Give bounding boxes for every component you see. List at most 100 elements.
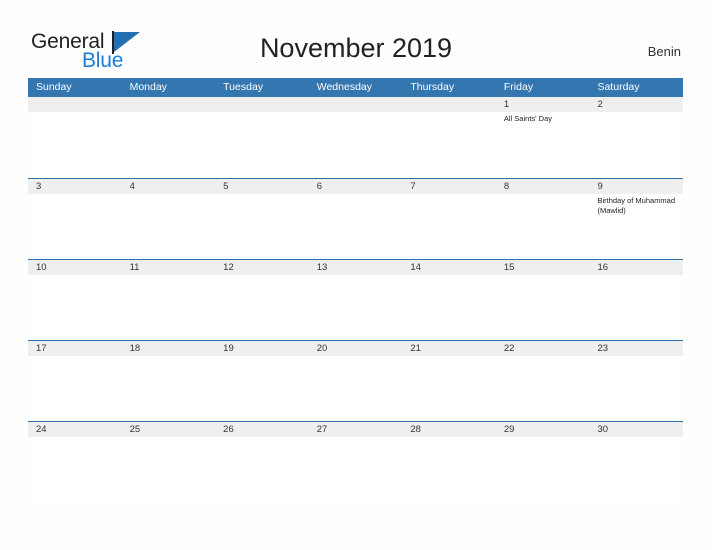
day-number-band: 11 — [121, 260, 216, 275]
calendar-day-cell[interactable]: 26 — [215, 422, 309, 502]
weekday-header-tuesday: Tuesday — [223, 81, 264, 93]
calendar-empty-cell — [28, 97, 122, 178]
day-number: 10 — [36, 262, 47, 273]
calendar-day-cell[interactable]: 12 — [215, 260, 309, 340]
calendar-week-row: 3 4 5 6 7 8 9 Birthday of Muhammad (Mawlid) — [28, 178, 684, 259]
calendar-week-row: 1 All Saints' Day 2 — [28, 97, 684, 178]
weekday-header-friday: Friday — [503, 81, 534, 93]
day-number-band: 23 — [589, 341, 684, 356]
day-number-band: 21 — [402, 341, 496, 356]
holiday-event-label: All Saints' Day — [503, 114, 553, 123]
calendar-empty-cell — [308, 97, 403, 178]
calendar-day-cell[interactable]: 20 — [308, 341, 403, 421]
calendar-day-cell[interactable]: 1 All Saints' Day — [495, 97, 590, 178]
calendar-day-cell[interactable]: 3 — [28, 179, 122, 259]
day-number: 7 — [410, 181, 416, 192]
day-number-band: 16 — [589, 260, 684, 275]
weekday-header-saturday: Saturday — [597, 81, 640, 93]
holiday-event-label: Birthday of Muhammad (Mawlid) — [597, 196, 676, 215]
day-number-band — [402, 97, 496, 112]
calendar-day-cell[interactable]: 21 — [402, 341, 496, 421]
calendar-day-cell[interactable]: 13 — [308, 260, 403, 340]
day-number: 18 — [129, 343, 141, 354]
calendar-day-cell[interactable]: 17 — [28, 341, 122, 421]
calendar-day-cell[interactable]: 9 Birthday of Muhammad (Mawlid) — [589, 179, 684, 259]
calendar-day-cell[interactable]: 16 — [589, 260, 684, 340]
calendar-day-cell[interactable]: 10 — [28, 260, 122, 340]
calendar-weeks: 1 All Saints' Day 2 3 4 5 6 7 8 9 Birthday of Muha… — [28, 97, 684, 502]
calendar-week-row: 24 25 26 27 28 29 30 — [28, 421, 684, 502]
calendar-empty-cell — [215, 97, 309, 178]
day-number: 17 — [36, 343, 47, 354]
calendar-grid: Sunday Monday Tuesday Wednesday Thursday Frid… — [28, 78, 684, 502]
day-number: 4 — [129, 181, 135, 192]
calendar-day-cell[interactable]: 30 — [589, 422, 684, 502]
calendar-day-cell[interactable]: 29 — [495, 422, 590, 502]
day-number-band: 10 — [28, 260, 122, 275]
calendar-day-cell[interactable]: 25 — [121, 422, 216, 502]
day-number-band: 30 — [589, 422, 684, 437]
day-number-band — [308, 97, 403, 112]
day-number-band: 18 — [121, 341, 216, 356]
day-number: 29 — [503, 424, 515, 435]
calendar-empty-cell — [402, 97, 496, 178]
calendar-day-cell[interactable]: 6 — [308, 179, 403, 259]
day-number: 2 — [597, 99, 603, 110]
calendar-day-cell[interactable]: 15 — [495, 260, 590, 340]
day-number: 12 — [223, 262, 234, 273]
day-number: 19 — [223, 343, 234, 354]
calendar-day-cell[interactable]: 24 — [28, 422, 122, 502]
calendar-empty-cell — [121, 97, 216, 178]
day-number: 13 — [316, 262, 328, 273]
calendar-day-cell[interactable]: 8 — [495, 179, 590, 259]
day-events: All Saints' Day — [496, 112, 590, 124]
day-number: 25 — [129, 424, 141, 435]
calendar-week-row: 10 11 12 13 14 15 16 — [28, 259, 684, 340]
calendar-page: General Blue November 2019 Benin Sunday M… — [0, 0, 712, 550]
calendar-day-cell[interactable]: 19 — [215, 341, 309, 421]
calendar-day-cell[interactable]: 7 — [402, 179, 496, 259]
weekday-header-sunday: Sunday — [36, 81, 72, 93]
calendar-day-cell[interactable]: 18 — [121, 341, 216, 421]
day-number-band: 27 — [308, 422, 403, 437]
day-number-band: 29 — [495, 422, 590, 437]
day-number: 9 — [597, 181, 603, 192]
day-number: 30 — [597, 424, 609, 435]
day-number-band: 1 — [495, 97, 590, 112]
calendar-day-cell[interactable]: 23 — [589, 341, 684, 421]
country-label: Benin — [647, 44, 681, 59]
calendar-day-cell[interactable]: 5 — [215, 179, 309, 259]
day-number-band — [215, 97, 309, 112]
day-number-band: 4 — [121, 179, 216, 194]
calendar-day-cell[interactable]: 28 — [402, 422, 496, 502]
day-number-band: 15 — [495, 260, 590, 275]
day-number: 6 — [316, 181, 323, 192]
day-events: Birthday of Muhammad (Mawlid) — [589, 194, 683, 215]
day-number-band: 8 — [495, 179, 590, 194]
day-number-band — [121, 97, 216, 112]
day-number: 20 — [316, 343, 328, 354]
day-number: 24 — [36, 424, 47, 435]
calendar-day-cell[interactable]: 27 — [308, 422, 403, 502]
weekday-header-thursday: Thursday — [410, 81, 455, 93]
day-number-band — [28, 97, 122, 112]
calendar-week-row: 17 18 19 20 21 22 23 — [28, 340, 684, 421]
page-header: General Blue November 2019 Benin — [0, 0, 712, 76]
calendar-day-cell[interactable]: 2 — [589, 97, 684, 178]
weekday-header-row: Sunday Monday Tuesday Wednesday Thursday Frid… — [28, 78, 683, 97]
day-number-band: 22 — [495, 341, 590, 356]
calendar-day-cell[interactable]: 22 — [495, 341, 590, 421]
calendar-day-cell[interactable]: 14 — [402, 260, 496, 340]
day-number: 28 — [410, 424, 421, 435]
calendar-day-cell[interactable]: 4 — [121, 179, 216, 259]
day-number: 26 — [223, 424, 234, 435]
day-number-band: 6 — [308, 179, 403, 194]
weekday-header-wednesday: Wednesday — [316, 81, 372, 93]
day-number: 22 — [503, 343, 515, 354]
day-number: 15 — [503, 262, 515, 273]
day-number-band: 7 — [402, 179, 496, 194]
day-number-band: 17 — [28, 341, 122, 356]
calendar-day-cell[interactable]: 11 — [121, 260, 216, 340]
day-number-band: 19 — [215, 341, 309, 356]
day-number-band: 14 — [402, 260, 496, 275]
